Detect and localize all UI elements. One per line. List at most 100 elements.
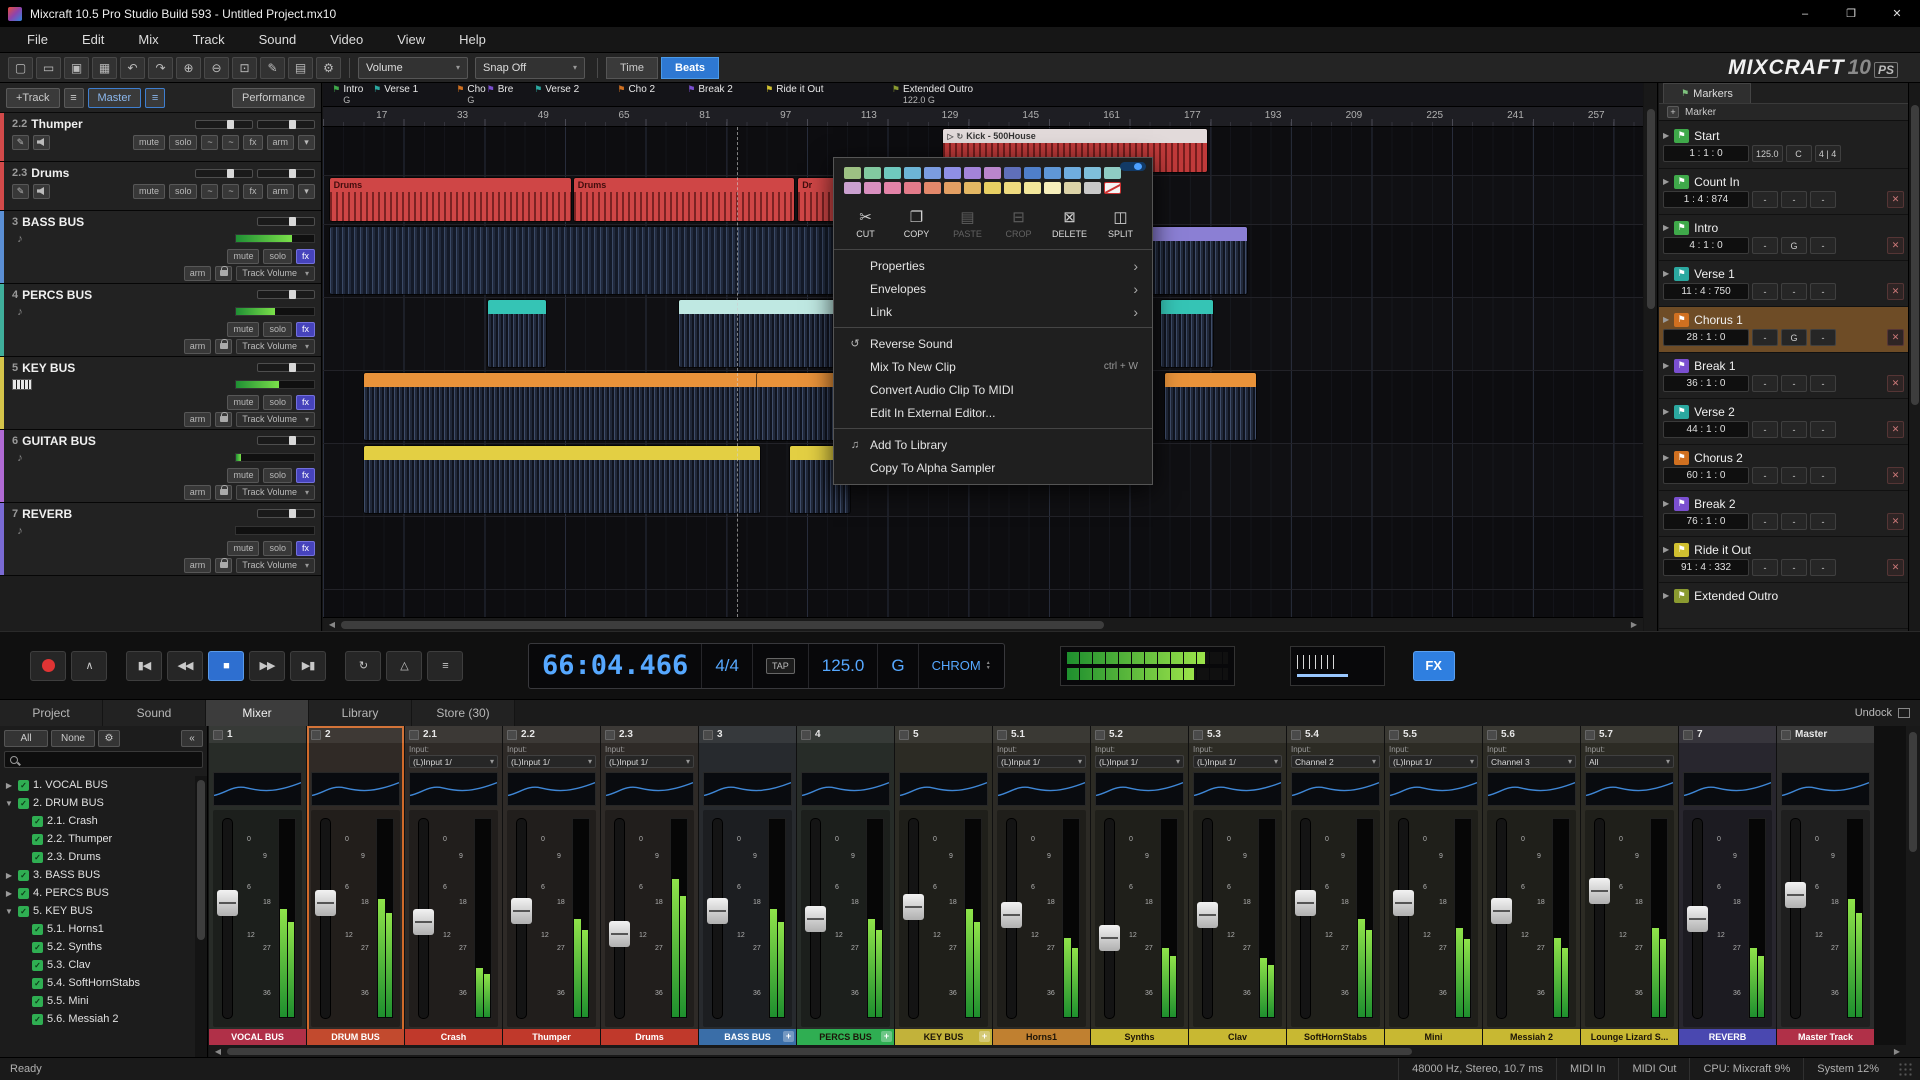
marker-key-field[interactable]: - (1781, 467, 1807, 484)
punch-button[interactable]: ∧ (71, 651, 107, 681)
pan-envelope-icon[interactable]: ~ (222, 184, 239, 199)
mixer-channel-5-1[interactable]: 5.1Input:(L)Input 1/▾06129182736Horns1 (993, 726, 1090, 1045)
color-swatch[interactable] (964, 167, 981, 179)
marker-position[interactable]: 44 : 1 : 0 (1663, 421, 1749, 438)
track-volume-slider[interactable] (195, 120, 253, 129)
clip-audio[interactable] (488, 300, 546, 367)
fader-handle[interactable] (1099, 925, 1120, 951)
track-header-thumper[interactable]: 2.2Thumper✎mutesolo~~fxarm▾ (0, 113, 321, 162)
mixer-channel-3[interactable]: 306129182736BASS BUS+ (699, 726, 796, 1045)
mixer-channel-1[interactable]: 106129182736VOCAL BUS (209, 726, 306, 1045)
sidebar-scrollbar[interactable] (195, 776, 207, 1057)
expand-icon[interactable]: ▶ (4, 781, 14, 790)
maximize-button[interactable]: ❐ (1828, 0, 1874, 27)
timeline-marker-extended-outro[interactable]: ⚑Extended Outro122.0 G (892, 84, 973, 106)
channel-input-select[interactable]: (L)Input 1/▾ (997, 755, 1086, 768)
go-to-end-button[interactable]: ▶▮ (290, 651, 326, 681)
mix-tool-icon[interactable]: ▤ (288, 57, 313, 79)
volume-envelope-icon[interactable]: ~ (201, 184, 218, 199)
channel-eq-display[interactable] (1193, 772, 1282, 806)
track-visible-checkbox[interactable]: ✓ (32, 816, 43, 827)
fader-handle[interactable] (1393, 890, 1414, 916)
mixer-channel-5-7[interactable]: 5.7Input:All▾06129182736Lounge Lizard S.… (1581, 726, 1678, 1045)
marker-key-field[interactable]: G (1781, 237, 1807, 254)
channel-eq-display[interactable] (997, 772, 1086, 806)
mixer-channel-5[interactable]: 506129182736KEY BUS+ (895, 726, 992, 1045)
marker-position[interactable]: 1 : 1 : 0 (1663, 145, 1749, 162)
clip-drums[interactable]: Drums (574, 178, 794, 221)
fader-handle[interactable] (315, 890, 336, 916)
channel-name-label[interactable]: SoftHornStabs (1287, 1029, 1384, 1045)
mixer-channel-5-5[interactable]: 5.5Input:(L)Input 1/▾06129182736Mini (1385, 726, 1482, 1045)
arm-button[interactable]: arm (184, 266, 212, 281)
master-menu-icon[interactable]: ≡ (145, 88, 165, 108)
marker-key-field[interactable]: - (1781, 375, 1807, 392)
clip-play-icon[interactable]: ▷ (947, 132, 953, 141)
arm-button[interactable]: arm (184, 412, 212, 427)
tree-item-4-percs-bus[interactable]: ▶✓4. PERCS BUS (0, 884, 195, 902)
channel-eq-display[interactable] (213, 772, 302, 806)
solo-button[interactable]: solo (169, 184, 198, 199)
collapse-icon[interactable]: ▼ (4, 907, 14, 916)
marker-play-icon[interactable]: ▶ (1663, 177, 1669, 186)
channel-name-label[interactable]: BASS BUS+ (699, 1029, 796, 1045)
delete-marker-button[interactable]: ✕ (1887, 559, 1904, 576)
channel-fader[interactable] (1006, 818, 1017, 1019)
channel-name-label[interactable]: Crash (405, 1029, 502, 1045)
marker-signature-field[interactable]: - (1810, 467, 1836, 484)
delete-marker-button[interactable]: ✕ (1887, 467, 1904, 484)
tab-library[interactable]: Library (309, 700, 412, 726)
scrollbar-thumb[interactable] (341, 621, 1104, 629)
fx-button[interactable]: fx (243, 135, 262, 150)
color-swatch[interactable] (884, 167, 901, 179)
add-track-button[interactable]: +Track (6, 88, 60, 108)
fader-handle[interactable] (1491, 898, 1512, 924)
clip-audio[interactable] (330, 227, 891, 294)
mixer-vertical-scrollbar[interactable] (1906, 726, 1920, 1057)
fader-handle[interactable] (1197, 902, 1218, 928)
track-header-reverb[interactable]: 7REVERB♪mutesolofxarmTrack Volume▾ (0, 503, 321, 576)
beats-toggle[interactable]: Beats (661, 57, 719, 79)
menu-item-sound[interactable]: Sound (242, 27, 314, 52)
marker-tempo-field[interactable]: - (1752, 375, 1778, 392)
mute-button[interactable]: mute (133, 135, 165, 150)
color-swatch[interactable] (924, 182, 941, 194)
marker-position[interactable]: 11 : 4 : 750 (1663, 283, 1749, 300)
cut-action[interactable]: ✂CUT (842, 204, 889, 243)
channel-fader[interactable] (1202, 818, 1213, 1019)
tree-item-5-1-horns1[interactable]: ✓5.1. Horns1 (0, 920, 195, 938)
clip-audio[interactable] (364, 446, 760, 513)
marker-signature-field[interactable]: - (1810, 191, 1836, 208)
snap-select[interactable]: Snap Off▾ (475, 57, 585, 79)
channel-fader[interactable] (712, 818, 723, 1019)
speaker-icon[interactable] (33, 184, 50, 199)
track-visible-checkbox[interactable]: ✓ (32, 1014, 43, 1025)
mute-button[interactable]: mute (227, 468, 259, 483)
color-swatch[interactable] (924, 167, 941, 179)
rewind-button[interactable]: ◀◀ (167, 651, 203, 681)
tree-item-1-vocal-bus[interactable]: ▶✓1. VOCAL BUS (0, 776, 195, 794)
menu-item-mix[interactable]: Mix (121, 27, 175, 52)
tree-item-5-6-messiah-2[interactable]: ✓5.6. Messiah 2 (0, 1010, 195, 1028)
channel-name-label[interactable]: Synths (1091, 1029, 1188, 1045)
fader-handle[interactable] (413, 909, 434, 935)
lock-icon[interactable] (215, 412, 232, 427)
speaker-icon[interactable] (33, 135, 50, 150)
fader-handle[interactable] (1589, 878, 1610, 904)
scrollbar-thumb[interactable] (1909, 732, 1917, 852)
fx-button[interactable]: fx (296, 468, 315, 483)
track-header-key-bus[interactable]: 5KEY BUSmutesolofxarmTrack Volume▾ (0, 357, 321, 430)
marker-play-icon[interactable]: ▶ (1663, 269, 1669, 278)
track-visible-checkbox[interactable]: ✓ (18, 798, 29, 809)
expand-icon[interactable]: ▶ (4, 871, 14, 880)
split-action[interactable]: ◫SPLIT (1097, 204, 1144, 243)
track-visible-checkbox[interactable]: ✓ (32, 852, 43, 863)
channel-name-label[interactable]: REVERB (1679, 1029, 1776, 1045)
timeline-marker-verse-1[interactable]: ⚑Verse 1 (373, 84, 418, 95)
marker-item-extended-outro[interactable]: ▶⚑Extended Outro (1659, 583, 1908, 629)
scrollbar-thumb[interactable] (1647, 109, 1655, 309)
track-automation-select[interactable]: Track Volume▾ (236, 412, 315, 427)
channel-fader[interactable] (222, 818, 233, 1019)
menu-item-edit-in-external-editor[interactable]: Edit In External Editor... (834, 401, 1152, 424)
timeline-marker-intro[interactable]: ⚑IntroG (332, 84, 363, 106)
